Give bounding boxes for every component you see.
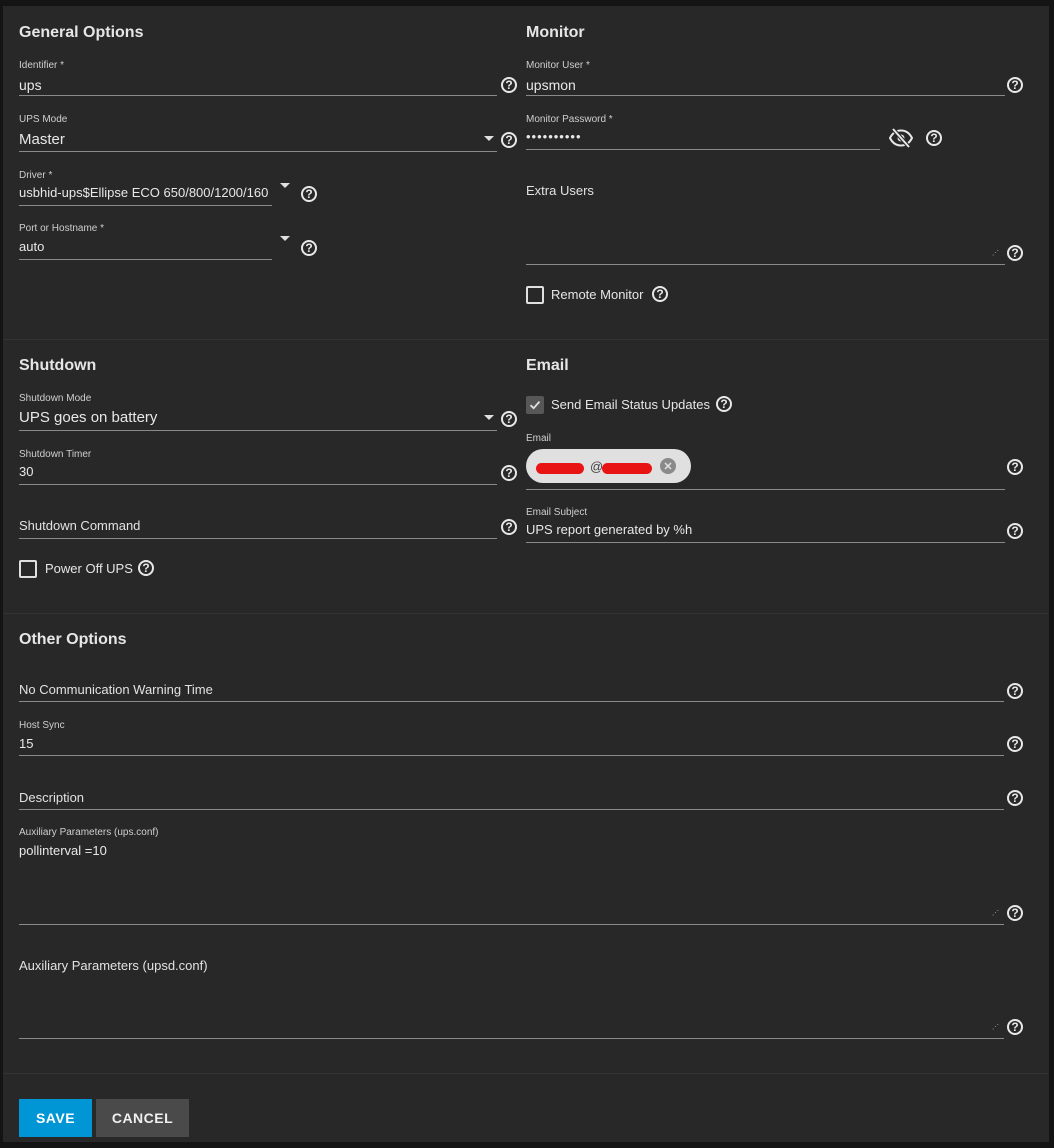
help-circle-icon[interactable]: ? [1007, 523, 1023, 539]
identifier-underline [19, 95, 497, 96]
shutdown-timer-underline [19, 484, 497, 485]
host-sync-underline [19, 755, 1004, 756]
close-circle-icon[interactable]: ✕ [660, 458, 676, 474]
arrow-drop-down-icon[interactable] [484, 136, 494, 141]
shutdown-mode-underline [19, 430, 497, 431]
help-circle-icon[interactable]: ? [652, 286, 668, 302]
aux-upsd-underline [19, 1038, 1004, 1039]
shutdown-command-underline [19, 538, 497, 539]
no-comm-warning-input[interactable]: No Communication Warning Time [19, 682, 213, 697]
identifier-label: Identifier * [19, 60, 65, 71]
monitor-password-input[interactable]: •••••••••• [526, 129, 866, 144]
general-options-title: General Options [19, 24, 144, 41]
help-circle-icon[interactable]: ? [501, 411, 517, 427]
help-circle-icon[interactable]: ? [716, 396, 732, 412]
help-circle-icon[interactable]: ? [1007, 77, 1023, 93]
monitor-user-underline [526, 95, 1005, 96]
monitor-title: Monitor [526, 24, 585, 41]
arrow-drop-down-icon[interactable] [484, 415, 494, 420]
check-icon [529, 401, 541, 410]
driver-select[interactable]: usbhid-ups$Ellipse ECO 650/800/1200/160 [19, 185, 272, 200]
resize-handle-icon[interactable]: ⋰ [992, 250, 999, 257]
description-underline [19, 809, 1004, 810]
help-circle-icon[interactable]: ? [1007, 683, 1023, 699]
power-off-ups-checkbox[interactable] [19, 560, 37, 578]
help-circle-icon[interactable]: ? [1007, 736, 1023, 752]
email-subject-underline [526, 542, 1005, 543]
resize-handle-icon[interactable]: ⋰ [992, 1024, 999, 1031]
email-chip[interactable]: @ ✕ [526, 449, 691, 483]
help-circle-icon[interactable]: ? [501, 519, 517, 535]
email-title: Email [526, 357, 569, 374]
shutdown-command-input[interactable]: Shutdown Command [19, 518, 140, 533]
help-circle-icon[interactable]: ? [1007, 1019, 1023, 1035]
host-sync-input[interactable]: 15 [19, 736, 989, 751]
section-divider [3, 613, 1049, 614]
monitor-password-underline [526, 149, 880, 150]
aux-upsd-textarea[interactable]: Auxiliary Parameters (upsd.conf) [19, 958, 208, 973]
email-subject-input[interactable]: UPS report generated by %h [526, 522, 996, 537]
help-circle-icon[interactable]: ? [501, 132, 517, 148]
host-sync-label: Host Sync [19, 720, 65, 731]
other-options-title: Other Options [19, 631, 127, 648]
monitor-password-label: Monitor Password * [526, 114, 613, 125]
send-email-label: Send Email Status Updates [551, 397, 710, 412]
driver-underline [19, 205, 272, 206]
eye-off-icon[interactable] [888, 126, 914, 150]
help-circle-icon[interactable]: ? [1007, 790, 1023, 806]
aux-ups-textarea[interactable]: pollinterval =10 [19, 843, 989, 858]
email-label: Email [526, 433, 552, 444]
monitor-user-label: Monitor User * [526, 60, 590, 71]
ups-mode-select[interactable]: Master [19, 131, 469, 148]
redaction-mark [536, 462, 584, 474]
help-circle-icon[interactable]: ? [1007, 459, 1023, 475]
port-label: Port or Hostname * [19, 223, 105, 234]
arrow-drop-down-icon[interactable] [280, 236, 290, 241]
port-select[interactable]: auto [19, 239, 272, 254]
arrow-drop-down-icon[interactable] [280, 183, 290, 188]
email-underline [526, 489, 1005, 490]
help-circle-icon[interactable]: ? [1007, 245, 1023, 261]
help-circle-icon[interactable]: ? [138, 560, 154, 576]
help-circle-icon[interactable]: ? [301, 240, 317, 256]
power-off-ups-label: Power Off UPS [45, 561, 133, 576]
help-circle-icon[interactable]: ? [501, 465, 517, 481]
shutdown-timer-label: Shutdown Timer [19, 449, 92, 460]
help-circle-icon[interactable]: ? [926, 130, 942, 146]
shutdown-mode-label: Shutdown Mode [19, 393, 92, 404]
ups-settings-card: General Options Identifier * ups ? UPS M… [3, 6, 1049, 1142]
help-circle-icon[interactable]: ? [501, 77, 517, 93]
extra-users-textarea[interactable]: Extra Users [526, 183, 594, 198]
extra-users-underline [526, 264, 1005, 265]
section-divider [3, 339, 1049, 340]
resize-handle-icon[interactable]: ⋰ [992, 910, 999, 917]
help-circle-icon[interactable]: ? [1007, 905, 1023, 921]
section-divider [3, 1073, 1049, 1074]
help-circle-icon[interactable]: ? [301, 186, 317, 202]
no-comm-warning-underline [19, 701, 1004, 702]
description-input[interactable]: Description [19, 790, 84, 805]
driver-label: Driver * [19, 170, 53, 181]
aux-ups-label: Auxiliary Parameters (ups.conf) [19, 827, 159, 838]
monitor-user-input[interactable]: upsmon [526, 77, 996, 93]
remote-monitor-checkbox[interactable] [526, 286, 544, 304]
aux-ups-underline [19, 924, 1004, 925]
port-underline [19, 259, 272, 260]
shutdown-timer-input[interactable]: 30 [19, 464, 489, 479]
identifier-input[interactable]: ups [19, 77, 489, 93]
email-subject-label: Email Subject [526, 507, 588, 518]
shutdown-mode-select[interactable]: UPS goes on battery [19, 409, 469, 426]
save-button[interactable]: SAVE [19, 1099, 92, 1137]
cancel-button[interactable]: CANCEL [96, 1099, 189, 1137]
shutdown-title: Shutdown [19, 357, 97, 374]
remote-monitor-label: Remote Monitor [551, 287, 644, 302]
redaction-mark [602, 462, 652, 474]
ups-mode-label: UPS Mode [19, 114, 68, 125]
ups-mode-underline [19, 151, 497, 152]
send-email-checkbox[interactable] [526, 396, 544, 414]
